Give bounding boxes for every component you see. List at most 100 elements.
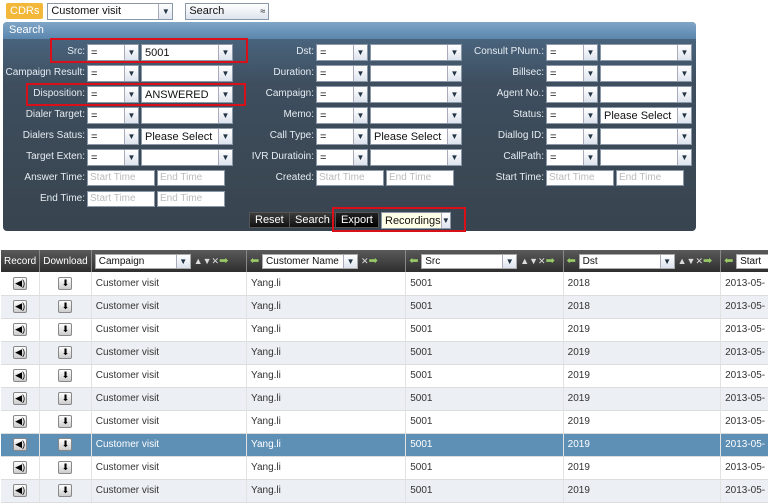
- chevron-down-icon: ▼: [677, 45, 691, 60]
- speaker-icon[interactable]: ◀): [13, 346, 28, 359]
- table-row[interactable]: ◀) ⬇ Customer visit Yang.li 5001 2018 2013-05-: [1, 272, 768, 296]
- module-select[interactable]: Customer visit ▼: [47, 2, 174, 20]
- src-column-select[interactable]: Src ▼: [421, 253, 518, 269]
- billsec-value-select[interactable]: ▼: [600, 65, 692, 82]
- speaker-icon[interactable]: ◀): [13, 369, 28, 382]
- start-time-end-input[interactable]: End Time: [616, 170, 684, 186]
- created-field: Start Time End Time: [316, 170, 454, 186]
- src-column-label: Src: [425, 255, 441, 267]
- callpath-operator-select[interactable]: = ▼: [546, 149, 598, 166]
- start-column-label: Start: [740, 255, 762, 267]
- download-icon[interactable]: ⬇: [58, 438, 73, 451]
- move-right-icon[interactable]: ➡: [219, 255, 228, 267]
- download-icon[interactable]: ⬇: [58, 369, 73, 382]
- download-icon[interactable]: ⬇: [58, 461, 73, 474]
- status-value-select[interactable]: Please Select ▼: [600, 107, 692, 124]
- chevron-down-icon: ▼: [677, 87, 691, 102]
- move-right-icon[interactable]: ➡: [703, 255, 712, 267]
- end-time-end-input[interactable]: End Time: [157, 191, 225, 207]
- created-start-input[interactable]: Start Time: [316, 170, 384, 186]
- sort-icon[interactable]: ▲▼✕: [520, 256, 545, 266]
- dialers-status-operator-select[interactable]: = ▼: [87, 128, 139, 145]
- consult-operator-select[interactable]: = ▼: [546, 44, 598, 61]
- memo-operator-select[interactable]: = ▼: [316, 107, 368, 124]
- speaker-icon[interactable]: ◀): [13, 438, 28, 451]
- move-right-icon[interactable]: ➡: [369, 255, 378, 267]
- table-row[interactable]: ◀) ⬇ Customer visit Yang.li 5001 2019 2013-05-: [1, 433, 768, 457]
- src-cell: 5001: [405, 295, 564, 319]
- table-row[interactable]: ◀) ⬇ Customer visit Yang.li 5001 2018 2013-05-: [1, 295, 768, 319]
- chevron-down-icon: ▼: [343, 254, 358, 268]
- customer-column-label: Customer Name: [266, 255, 339, 267]
- speaker-icon[interactable]: ◀): [13, 461, 28, 474]
- customer-cell: Yang.li: [246, 433, 407, 457]
- download-cell: ⬇: [39, 433, 92, 457]
- sort-icon[interactable]: ✕: [361, 256, 369, 266]
- move-left-icon[interactable]: ⬅: [724, 255, 733, 267]
- status-operator-select[interactable]: = ▼: [546, 107, 598, 124]
- speaker-icon[interactable]: ◀): [13, 415, 28, 428]
- campaign-column-select[interactable]: Campaign ▼: [94, 253, 191, 269]
- table-row[interactable]: ◀) ⬇ Customer visit Yang.li 5001 2019 2013-05-: [1, 318, 768, 342]
- speaker-icon[interactable]: ◀): [13, 276, 28, 290]
- dst-operator-select[interactable]: = ▼: [316, 44, 368, 61]
- table-row[interactable]: ◀) ⬇ Customer visit Yang.li 5001 2019 2013-05-: [1, 410, 768, 434]
- campaign-operator-select[interactable]: = ▼: [316, 86, 368, 103]
- campaign-result-operator-select[interactable]: = ▼: [87, 65, 139, 82]
- table-row[interactable]: ◀) ⬇ Customer visit Yang.li 5001 2019 2013-05-: [1, 364, 768, 388]
- speaker-icon[interactable]: ◀): [13, 392, 28, 405]
- answer-time-end-input[interactable]: End Time: [157, 170, 225, 186]
- dialog-id-operator-select[interactable]: = ▼: [546, 128, 598, 145]
- call-type-operator-select[interactable]: = ▼: [316, 128, 368, 145]
- move-left-icon[interactable]: ⬅: [409, 255, 418, 267]
- start-column-select[interactable]: Start: [736, 253, 768, 269]
- callpath-value-select[interactable]: ▼: [600, 149, 692, 166]
- download-icon[interactable]: ⬇: [58, 392, 73, 405]
- col-src[interactable]: ⬅ Src ▼ ▲▼✕➡: [405, 250, 564, 272]
- dialer-target-operator-select[interactable]: = ▼: [87, 107, 139, 124]
- download-icon[interactable]: ⬇: [58, 415, 73, 428]
- created-end-input[interactable]: End Time: [386, 170, 454, 186]
- cdr-table: Record Download Campaign ▼ ▲▼✕➡ ⬅ Customer…: [1, 250, 768, 503]
- dialog-id-value-select[interactable]: ▼: [600, 128, 692, 145]
- download-icon[interactable]: ⬇: [58, 300, 73, 313]
- search-toggle-button[interactable]: Search ≈: [185, 2, 270, 20]
- download-icon[interactable]: ⬇: [58, 346, 73, 359]
- speaker-icon[interactable]: ◀): [13, 323, 28, 336]
- move-left-icon[interactable]: ⬅: [567, 255, 576, 267]
- answer-time-start-input[interactable]: Start Time: [87, 170, 155, 186]
- consult-value-select[interactable]: ▼: [600, 44, 692, 61]
- dst-column-select[interactable]: Dst ▼: [578, 253, 675, 269]
- table-row[interactable]: ◀) ⬇ Customer visit Yang.li 5001 2019 2013-05-: [1, 456, 768, 480]
- col-start[interactable]: ⬅ Start: [720, 250, 768, 272]
- start-time-start-input[interactable]: Start Time: [546, 170, 614, 186]
- billsec-operator-select[interactable]: = ▼: [546, 65, 598, 82]
- callpath-label: CallPath:: [503, 151, 544, 162]
- sort-icon[interactable]: ▲▼✕: [678, 256, 703, 266]
- col-customer[interactable]: ⬅ Customer Name ▼ ✕➡: [246, 250, 407, 272]
- start-cell: 2013-05-: [720, 456, 768, 480]
- download-icon[interactable]: ⬇: [58, 323, 73, 336]
- duration-operator-select[interactable]: = ▼: [316, 65, 368, 82]
- speaker-icon[interactable]: ◀): [13, 484, 28, 497]
- search-button[interactable]: Search: [289, 212, 336, 228]
- move-left-icon[interactable]: ⬅: [250, 255, 259, 267]
- col-dst[interactable]: ⬅ Dst ▼ ▲▼✕➡: [563, 250, 722, 272]
- ivr-duration-operator-select[interactable]: = ▼: [316, 149, 368, 166]
- sort-icon[interactable]: ▲▼✕: [194, 256, 219, 266]
- customer-column-select[interactable]: Customer Name ▼: [262, 253, 359, 269]
- speaker-icon[interactable]: ◀): [13, 300, 28, 313]
- table-row[interactable]: ◀) ⬇ Customer visit Yang.li 5001 2019 2013-05-: [1, 387, 768, 411]
- target-exten-operator-select[interactable]: = ▼: [87, 149, 139, 166]
- end-time-start-input[interactable]: Start Time: [87, 191, 155, 207]
- download-icon[interactable]: ⬇: [58, 276, 73, 290]
- download-icon[interactable]: ⬇: [58, 484, 73, 497]
- move-right-icon[interactable]: ➡: [546, 255, 555, 267]
- agent-operator-select[interactable]: = ▼: [546, 86, 598, 103]
- col-campaign[interactable]: Campaign ▼ ▲▼✕➡: [91, 250, 248, 272]
- reset-button[interactable]: Reset: [249, 212, 290, 228]
- agent-value-select[interactable]: ▼: [600, 86, 692, 103]
- callpath-field: = ▼ ▼: [546, 149, 692, 166]
- ivr-duration-label: IVR Duratioin:: [251, 151, 314, 162]
- table-row[interactable]: ◀) ⬇ Customer visit Yang.li 5001 2019 2013-05-: [1, 341, 768, 365]
